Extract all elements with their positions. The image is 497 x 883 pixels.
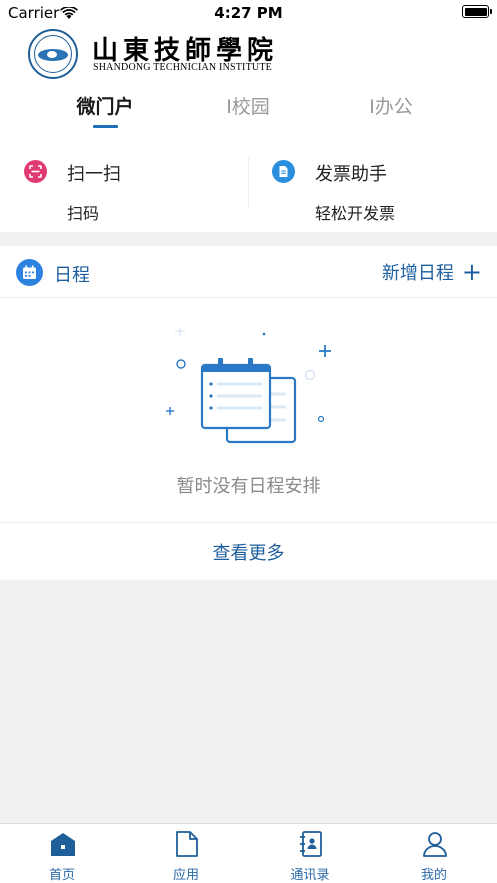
invoice-title: 发票助手 — [315, 164, 387, 185]
tabbar-home[interactable]: 首页 — [0, 824, 124, 883]
clock: 4:27 PM — [214, 4, 283, 22]
school-name-en: SHANDONG TECHNICIAN INSTITUTE — [93, 62, 272, 73]
empty-schedule-illustration — [166, 328, 331, 444]
tabbar-contacts-label: 通讯录 — [290, 868, 330, 883]
header: 山東技師學院 SHANDONG TECHNICIAN INSTITUTE 微门户… — [0, 26, 497, 148]
home-icon — [51, 833, 75, 856]
empty-schedule-text: 暂时没有日程安排 — [176, 476, 321, 497]
tab-office[interactable]: I办公 — [341, 92, 441, 119]
tab-wei-portal[interactable]: 微门户 — [55, 92, 155, 119]
tabbar-me-label: 我的 — [420, 868, 447, 883]
tabbar-apps[interactable]: 应用 — [124, 824, 248, 883]
top-tabs: 微门户 I校园 I办公 — [0, 92, 497, 132]
scan-icon — [24, 160, 47, 183]
scan-subtitle: 扫码 — [67, 204, 100, 223]
schedule-card: 日程 新增日程 + 暂时没有日程安排 查看更多 — [0, 246, 497, 580]
quick-actions: 扫一扫 扫码 发票助手 轻松开发票 — [0, 148, 497, 232]
calendar-icon — [16, 259, 43, 286]
active-tab-indicator — [93, 125, 118, 128]
status-bar: Carrier 4:27 PM — [0, 0, 497, 26]
tabbar-contacts[interactable]: 通讯录 — [248, 824, 372, 883]
tabbar-me[interactable]: 我的 — [372, 824, 496, 883]
schedule-title: 日程 — [54, 265, 90, 286]
profile-icon — [423, 832, 447, 857]
contacts-icon — [300, 831, 322, 857]
view-more-button[interactable]: 查看更多 — [0, 539, 497, 565]
invoice-subtitle: 轻松开发票 — [315, 204, 396, 223]
divider — [0, 522, 497, 523]
invoice-assistant-action[interactable]: 发票助手 轻松开发票 — [248, 148, 496, 232]
bottom-tab-bar: 首页 应用 通讯录 我的 — [0, 823, 497, 883]
school-seal-logo — [28, 29, 78, 79]
tabbar-apps-label: 应用 — [172, 868, 199, 883]
schedule-header: 日程 新增日程 + — [0, 246, 497, 298]
battery-icon — [462, 5, 492, 18]
tab-campus[interactable]: I校园 — [198, 92, 298, 119]
scan-title: 扫一扫 — [67, 164, 121, 185]
add-schedule-button[interactable]: 新增日程 + — [382, 259, 482, 285]
tabbar-home-label: 首页 — [48, 868, 75, 883]
scan-action[interactable]: 扫一扫 扫码 — [0, 148, 248, 232]
plus-icon: + — [461, 258, 482, 286]
add-schedule-label: 新增日程 — [381, 263, 454, 284]
invoice-icon — [272, 160, 295, 183]
document-icon — [176, 831, 198, 857]
